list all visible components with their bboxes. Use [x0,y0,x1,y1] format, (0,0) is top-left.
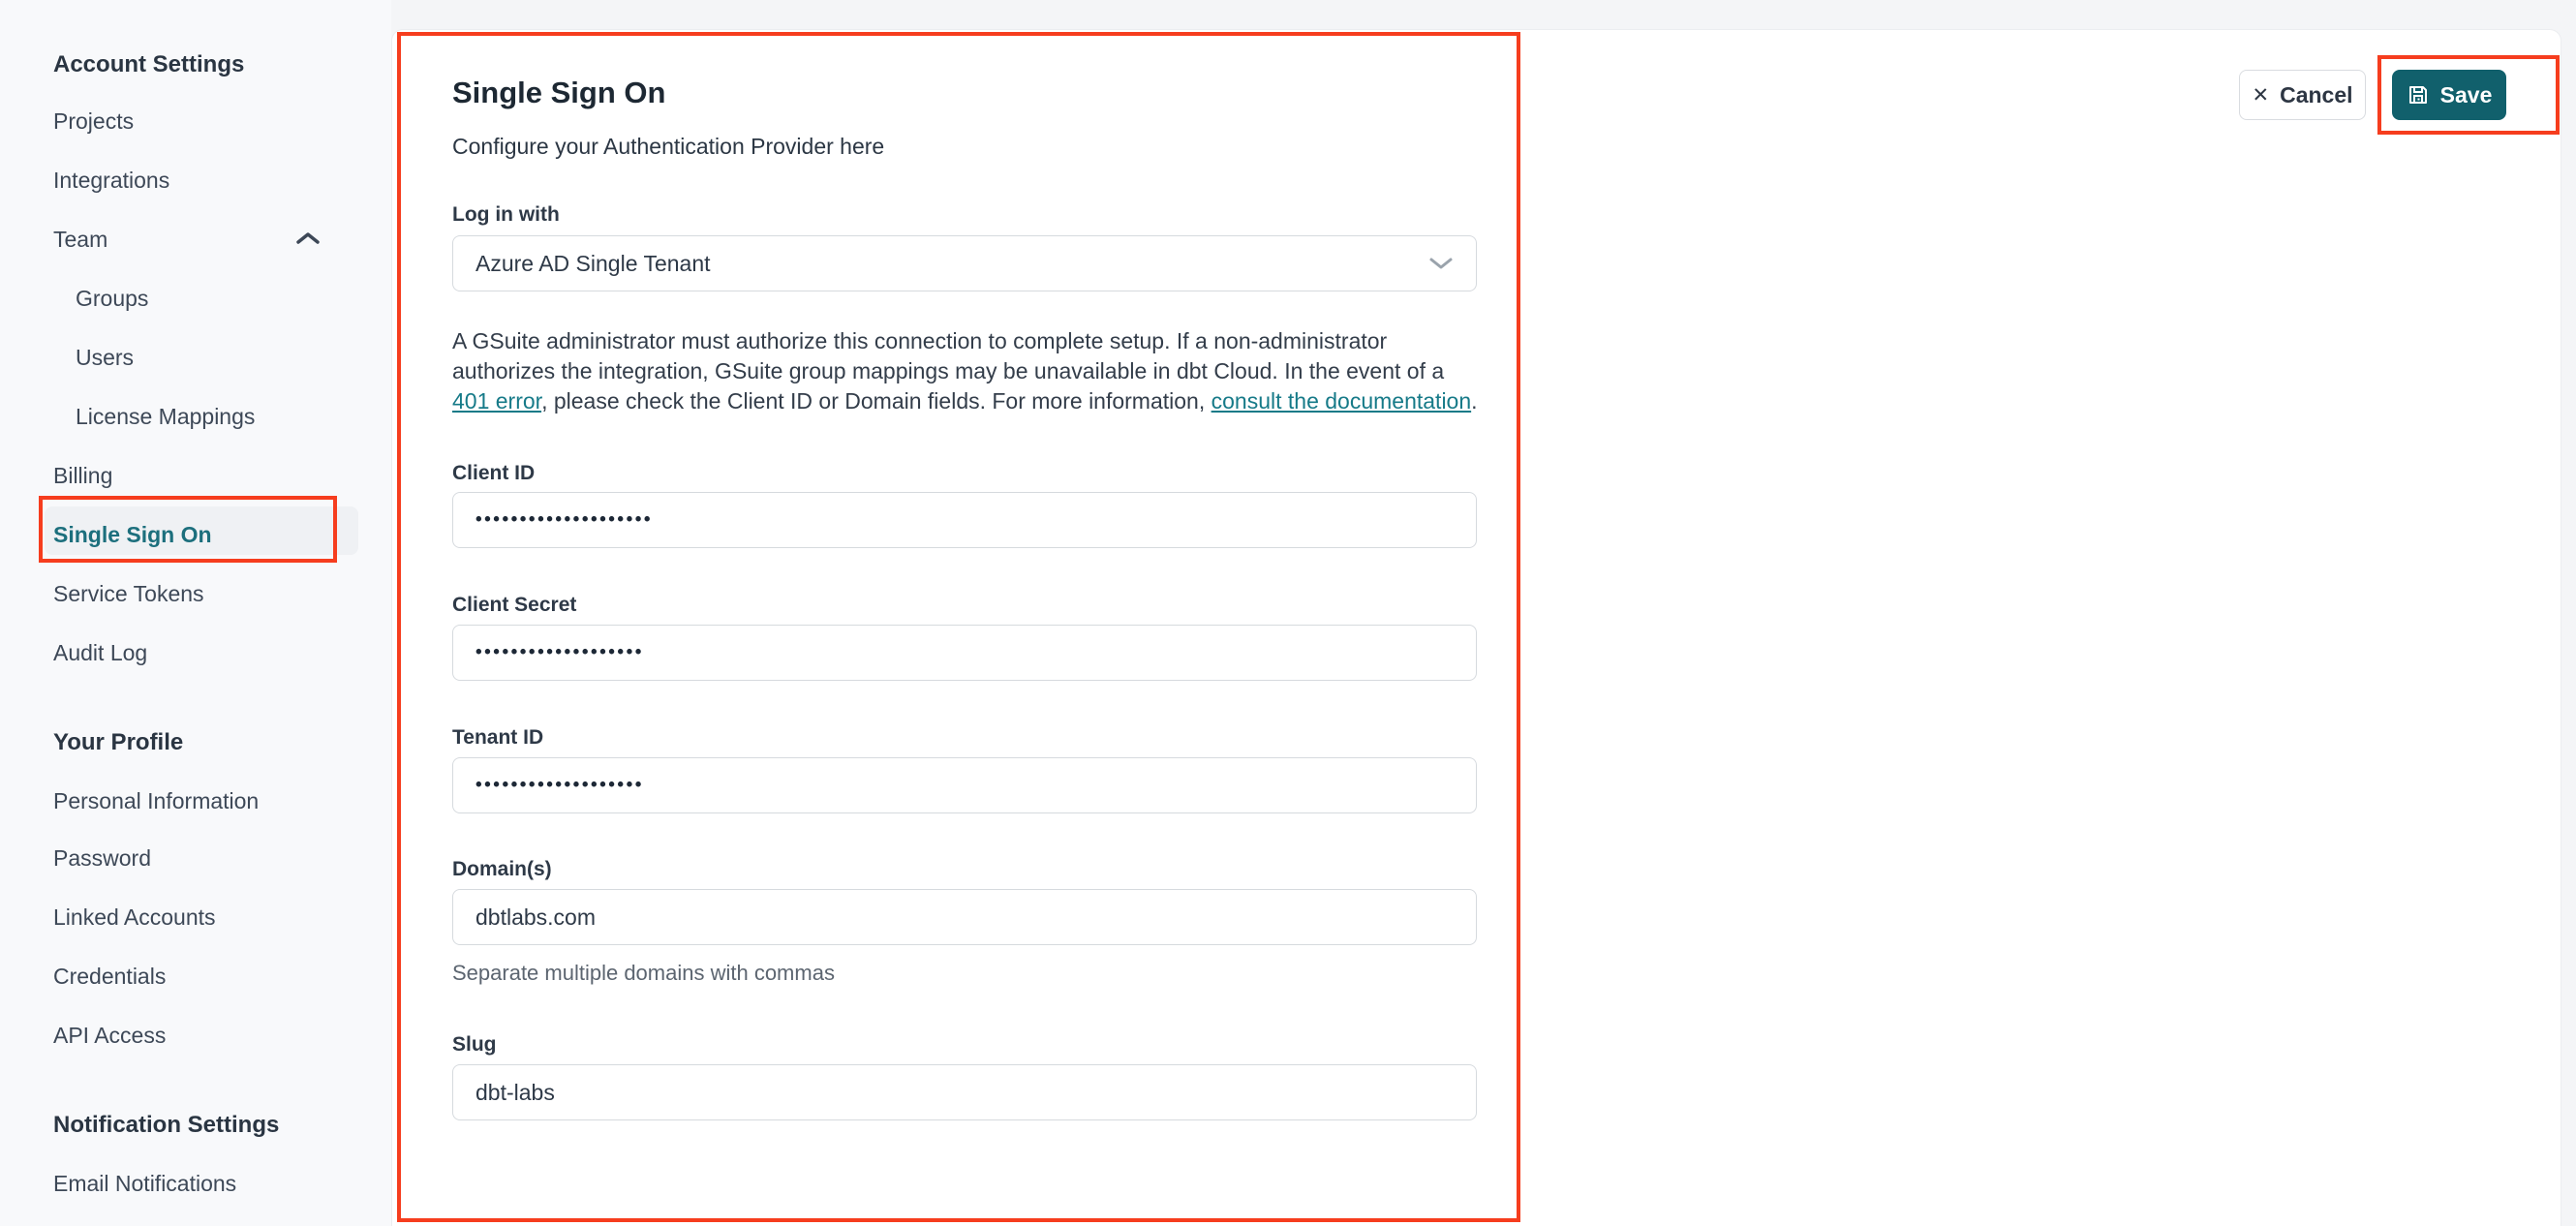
login-with-label: Log in with [452,203,560,226]
sidebar-item-password[interactable]: Password [53,843,151,873]
sidebar-item-audit-log[interactable]: Audit Log [53,638,147,667]
login-with-selected-value: Azure AD Single Tenant [475,250,711,276]
cancel-button-label: Cancel [2280,81,2353,107]
chevron-down-icon [1428,256,1454,271]
link-401-error[interactable]: 401 error [452,388,541,414]
save-icon [2407,83,2430,107]
sidebar-item-single-sign-on[interactable]: Single Sign On [53,520,212,549]
sidebar-item-billing[interactable]: Billing [53,461,112,490]
slug-label: Slug [452,1033,497,1056]
sidebar-item-groups[interactable]: Groups [76,284,148,313]
sidebar-item-personal-information[interactable]: Personal Information [53,786,259,815]
sidebar-section-your-profile: Your Profile [53,729,184,755]
notice-text-segment: . [1471,388,1478,414]
domains-label: Domain(s) [452,858,552,880]
page-title: Single Sign On [452,76,666,109]
sidebar-item-team[interactable]: Team [53,225,107,254]
slug-input[interactable] [452,1064,1477,1120]
sidebar-item-integrations[interactable]: Integrations [53,166,169,195]
chevron-up-icon[interactable] [295,230,321,246]
cancel-button[interactable]: ✕ Cancel [2239,70,2366,120]
sidebar-item-api-access[interactable]: API Access [53,1021,166,1050]
sidebar-item-license-mappings[interactable]: License Mappings [76,402,255,431]
sidebar-item-email-notifications[interactable]: Email Notifications [53,1169,236,1198]
sidebar-item-users[interactable]: Users [76,343,134,372]
save-button[interactable]: Save [2392,70,2506,120]
sidebar-item-projects[interactable]: Projects [53,107,134,136]
page-subtitle: Configure your Authentication Provider h… [452,134,885,159]
close-icon: ✕ [2252,83,2270,107]
sidebar-section-account-settings: Account Settings [53,51,245,77]
sidebar-item-service-tokens[interactable]: Service Tokens [53,579,204,608]
client-id-label: Client ID [452,462,536,484]
notice-text-segment: A GSuite administrator must authorize th… [452,328,1445,383]
login-with-select[interactable]: Azure AD Single Tenant [452,235,1477,291]
sidebar-item-credentials[interactable]: Credentials [53,962,166,991]
sso-notice: A GSuite administrator must authorize th… [452,326,1482,416]
sidebar-item-linked-accounts[interactable]: Linked Accounts [53,903,216,932]
client-secret-label: Client Secret [452,594,577,616]
domains-input[interactable] [452,889,1477,945]
link-consult-documentation[interactable]: consult the documentation [1211,388,1472,414]
settings-sidebar: Account Settings Projects Integrations T… [0,0,391,1226]
client-id-input[interactable] [452,492,1477,548]
tenant-id-label: Tenant ID [452,726,544,749]
notice-text-segment: , please check the Client ID or Domain f… [541,388,1211,414]
domains-helper-text: Separate multiple domains with commas [452,961,835,985]
tenant-id-input[interactable] [452,757,1477,813]
save-button-label: Save [2439,81,2493,107]
sidebar-section-notification-settings: Notification Settings [53,1112,280,1138]
client-secret-input[interactable] [452,625,1477,681]
